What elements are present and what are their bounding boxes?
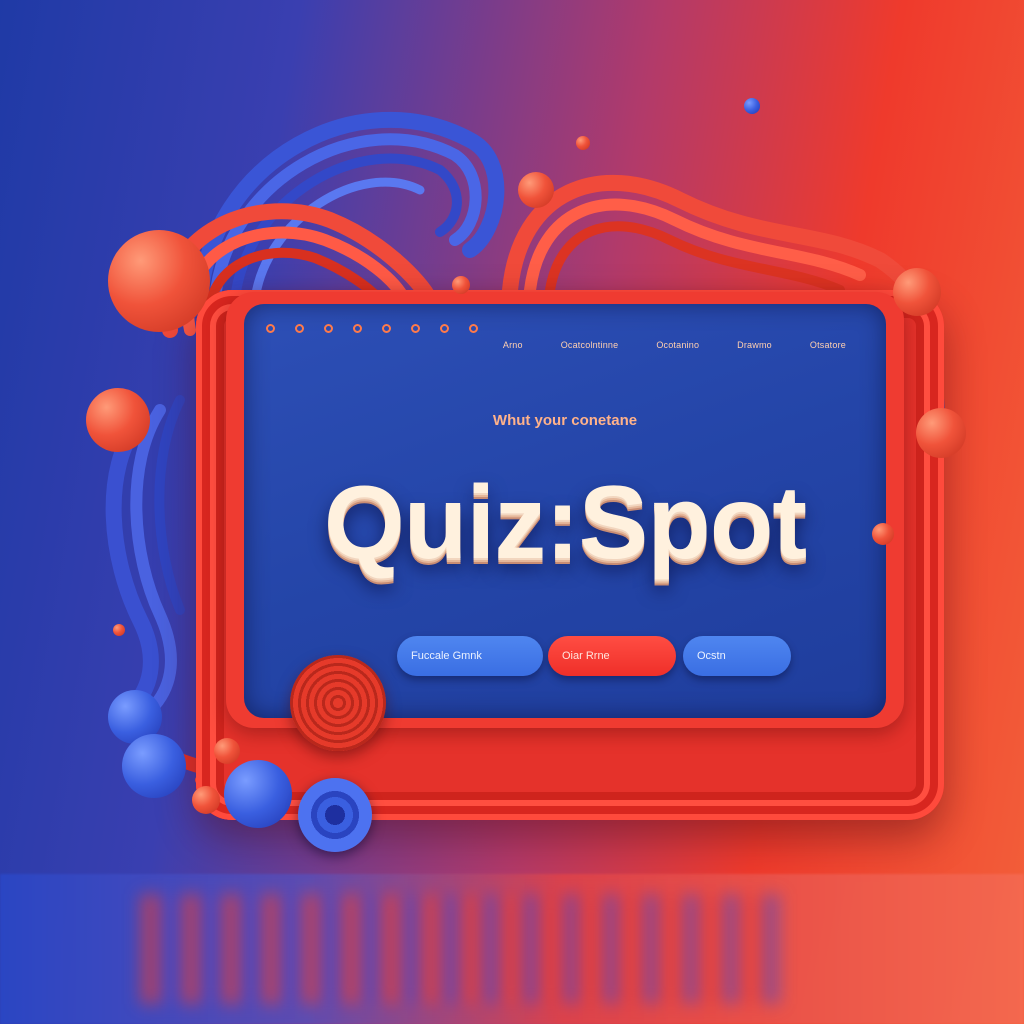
- decorative-ring: [298, 778, 372, 852]
- window-control-dot[interactable]: [324, 324, 333, 333]
- decorative-sphere: [86, 388, 150, 452]
- decorative-sphere: [744, 98, 760, 114]
- hero-title: Quiz:Spot: [323, 465, 807, 581]
- window-control-dot[interactable]: [440, 324, 449, 333]
- decorative-spiral-disc: [290, 655, 386, 751]
- decorative-sphere: [214, 738, 240, 764]
- window-control-dot[interactable]: [469, 324, 478, 333]
- decorative-sphere: [122, 734, 186, 798]
- accent-button[interactable]: Oiar Rrne: [548, 636, 676, 676]
- decorative-sphere: [916, 408, 966, 458]
- secondary-button[interactable]: Ocstn: [683, 636, 791, 676]
- window-control-dot[interactable]: [353, 324, 362, 333]
- window-control-dot[interactable]: [266, 324, 275, 333]
- decorative-sphere: [192, 786, 220, 814]
- decorative-sphere: [576, 136, 590, 150]
- window-control-dot[interactable]: [382, 324, 391, 333]
- window-controls: [266, 324, 478, 333]
- decorative-sphere: [224, 760, 292, 828]
- decorative-sphere: [113, 624, 125, 636]
- nav-item-arno[interactable]: Arno: [503, 340, 523, 350]
- decorative-sphere: [872, 523, 894, 545]
- decorative-sphere: [893, 268, 941, 316]
- decorative-sphere: [518, 172, 554, 208]
- decorative-sphere: [452, 276, 470, 294]
- nav-item-2[interactable]: Ocatcolntinne: [561, 340, 619, 350]
- floor-reflection: [140, 894, 780, 1004]
- hero-tagline: Whut your conetane: [492, 412, 638, 429]
- window-control-dot[interactable]: [411, 324, 420, 333]
- window-control-dot[interactable]: [295, 324, 304, 333]
- nav-item-5[interactable]: Otsatore: [810, 340, 846, 350]
- top-navigation: Arno Ocatcolntinne Ocotanino Drawmo Otsa…: [503, 340, 846, 350]
- hero-button-row: Fuccale Gmnk Oiar Rrne Ocstn: [397, 636, 791, 676]
- decorative-sphere: [108, 230, 210, 332]
- primary-button[interactable]: Fuccale Gmnk: [397, 636, 543, 676]
- nav-item-3[interactable]: Ocotanino: [656, 340, 699, 350]
- nav-item-4[interactable]: Drawmo: [737, 340, 772, 350]
